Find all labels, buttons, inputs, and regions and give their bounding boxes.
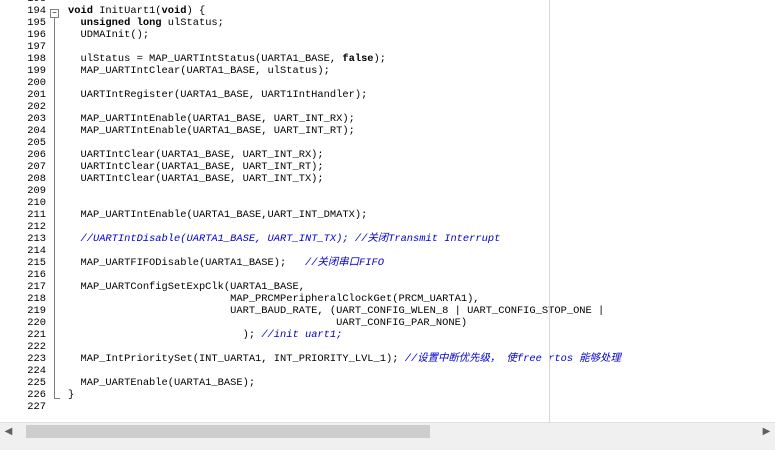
keyword-token: unsigned long xyxy=(80,17,162,29)
line-number: 201 xyxy=(27,89,46,101)
code-token: ) { xyxy=(186,5,206,17)
line-number: 214 xyxy=(27,245,46,257)
fold-toggle-icon[interactable]: − xyxy=(50,9,59,18)
code-token: UARTIntRegister(UARTA1_BASE, UART1IntHan… xyxy=(68,89,368,101)
keyword-token: void xyxy=(161,5,187,17)
line-number: 213 xyxy=(27,233,46,245)
line-number: 198 xyxy=(27,53,46,65)
line-number: 225 xyxy=(27,377,46,389)
line-number: 203 xyxy=(27,113,46,125)
line-number: 207 xyxy=(27,161,46,173)
line-number: 206 xyxy=(27,149,46,161)
line-number: 218 xyxy=(27,293,46,305)
code-token: InitUart1( xyxy=(92,5,162,17)
line-number: 197 xyxy=(27,41,46,53)
line-number: 202 xyxy=(27,101,46,113)
line-number: 220 xyxy=(27,317,46,329)
code-token: MAP_UARTIntEnable(UARTA1_BASE, UART_INT_… xyxy=(68,113,355,125)
code-token: MAP_PRCMPeripheralClockGet(PRCM_UARTA1), xyxy=(68,293,480,305)
line-number: 204 xyxy=(27,125,46,137)
line-number: 219 xyxy=(27,305,46,317)
code-token: MAP_UARTConfigSetExpClk(UARTA1_BASE, xyxy=(68,281,305,293)
line-number: 221 xyxy=(27,329,46,341)
code-token: UARTIntClear(UARTA1_BASE, UART_INT_RT); xyxy=(68,161,324,173)
comment-token: //init uart1; xyxy=(261,329,343,341)
code-token: MAP_IntPrioritySet(INT_UARTA1, INT_PRIOR… xyxy=(68,353,405,365)
line-number: 226 xyxy=(27,389,46,401)
code-token: UARTIntClear(UARTA1_BASE, UART_INT_TX); xyxy=(68,173,324,185)
line-number: 205 xyxy=(27,137,46,149)
code-editor[interactable]: 1931941951961971981992002012022032042052… xyxy=(0,0,775,422)
comment-token: //设置中断优先级， 使free rtos 能够处理 xyxy=(404,353,621,365)
code-token: MAP_UARTEnable(UARTA1_BASE); xyxy=(68,377,256,389)
code-token: ); xyxy=(373,53,387,65)
horizontal-scrollbar[interactable]: ◀ ▶ xyxy=(0,422,775,440)
keyword-token: void xyxy=(68,5,93,17)
line-number: 217 xyxy=(27,281,46,293)
line-number: 222 xyxy=(27,341,46,353)
code-token: } xyxy=(68,389,75,401)
fold-range-end xyxy=(54,398,60,399)
code-text-area[interactable]: void InitUart1(void) { unsigned long ulS… xyxy=(66,0,775,422)
scrollbar-thumb[interactable] xyxy=(26,425,430,438)
fold-margin xyxy=(47,0,65,422)
code-token: ); xyxy=(68,329,262,341)
line-number: 224 xyxy=(27,365,46,377)
code-token: UARTIntClear(UARTA1_BASE, UART_INT_RX); xyxy=(68,149,324,161)
line-number: 227 xyxy=(27,401,46,413)
code-token: MAP_UARTIntEnable(UARTA1_BASE,UART_INT_D… xyxy=(68,209,368,221)
line-number: 223 xyxy=(27,353,46,365)
code-token: ulStatus; xyxy=(161,17,224,29)
keyword-token: false xyxy=(342,53,374,65)
code-token: UDMAInit(); xyxy=(68,29,150,41)
right-margin-guide xyxy=(549,0,550,422)
chevron-left-icon[interactable]: ◀ xyxy=(0,423,17,440)
code-token: MAP_UARTIntClear(UARTA1_BASE, ulStatus); xyxy=(68,65,330,77)
line-number: 216 xyxy=(27,269,46,281)
line-number: 212 xyxy=(27,221,46,233)
code-token: UART_BAUD_RATE, (UART_CONFIG_WLEN_8 | UA… xyxy=(68,305,605,317)
code-token: MAP_UARTIntEnable(UARTA1_BASE, UART_INT_… xyxy=(68,125,355,137)
line-number: 200 xyxy=(27,77,46,89)
status-strip xyxy=(0,440,775,450)
line-number: 215 xyxy=(27,257,46,269)
code-token: ulStatus = MAP_UARTIntStatus(UARTA1_BASE… xyxy=(68,53,343,65)
line-number: 209 xyxy=(27,185,46,197)
line-number: 199 xyxy=(27,65,46,77)
chevron-right-icon[interactable]: ▶ xyxy=(758,423,775,440)
fold-range-line xyxy=(54,18,55,399)
line-number: 195 xyxy=(27,17,46,29)
line-number: 208 xyxy=(27,173,46,185)
line-number: 194 xyxy=(27,5,46,17)
line-number: 210 xyxy=(27,197,46,209)
line-number: 196 xyxy=(27,29,46,41)
line-number: 211 xyxy=(27,209,46,221)
comment-token: //UARTIntDisable(UARTA1_BASE, UART_INT_T… xyxy=(80,233,501,245)
comment-token: //关闭串口FIFO xyxy=(304,257,384,269)
code-token: UART_CONFIG_PAR_NONE) xyxy=(68,317,468,329)
line-number-gutter: 1931941951961971981992002012022032042052… xyxy=(0,0,46,422)
code-token: MAP_UARTFIFODisable(UARTA1_BASE); xyxy=(68,257,305,269)
